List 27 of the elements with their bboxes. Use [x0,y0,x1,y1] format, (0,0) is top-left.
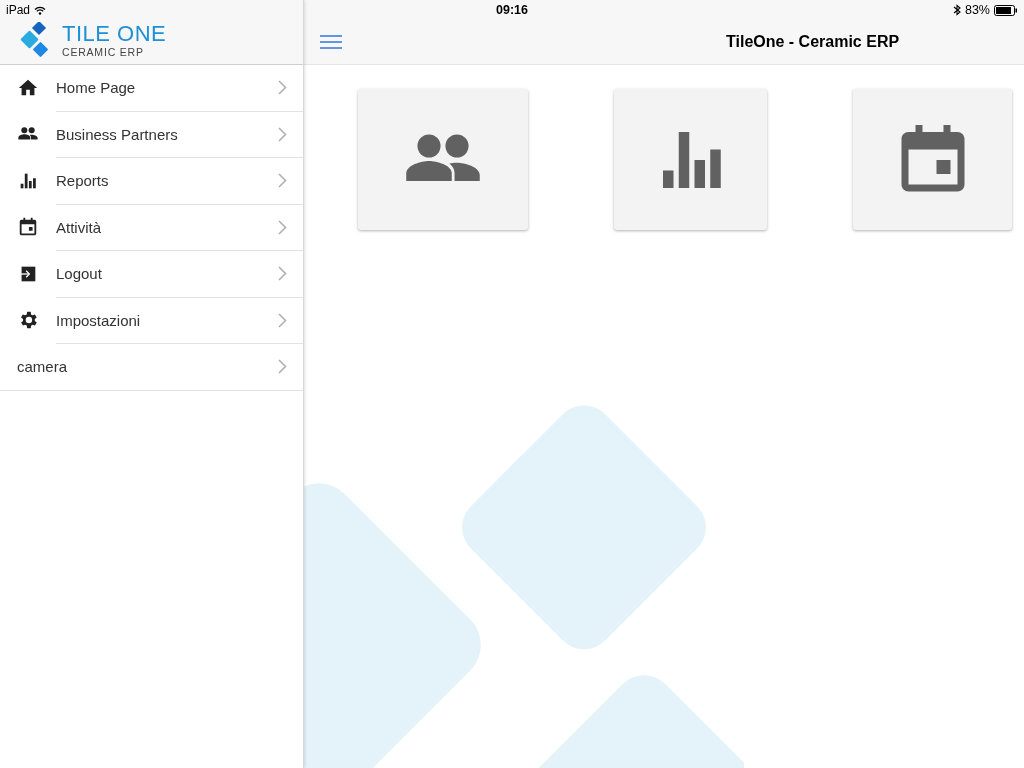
wifi-icon [34,5,47,15]
logo-subtitle: CERAMIC ERP [62,46,145,58]
bluetooth-icon [952,4,961,16]
logo-title: TILE ONE [62,22,167,45]
menu-item[interactable]: camera [0,344,303,390]
chevron-icon [278,173,287,189]
menu-item[interactable]: Reports [0,158,303,204]
menu-item[interactable]: Attività [0,204,303,250]
chevron-icon [278,266,287,282]
chevron-icon [278,80,287,96]
battery-percent: 83% [964,3,990,17]
chevron-icon [278,126,287,142]
chevron-icon [278,359,287,375]
device-name: iPad [6,3,31,17]
chevron-icon [278,312,287,328]
app-title: TileOne - Ceramic ERP [726,33,900,51]
menu-item[interactable]: Logout [0,251,303,297]
status-time: 09:16 [496,3,529,17]
shortcut-tile[interactable] [853,89,1012,230]
menu-item[interactable]: Impostazioni [0,297,303,343]
shortcut-tile[interactable] [358,89,528,230]
chevron-icon [278,219,287,235]
shortcut-tile[interactable] [614,89,767,230]
battery-icon [994,4,1018,16]
menu-button[interactable] [320,32,344,52]
menu-item[interactable]: Business Partners [0,111,303,157]
menu-item[interactable]: Home Page [0,65,303,111]
